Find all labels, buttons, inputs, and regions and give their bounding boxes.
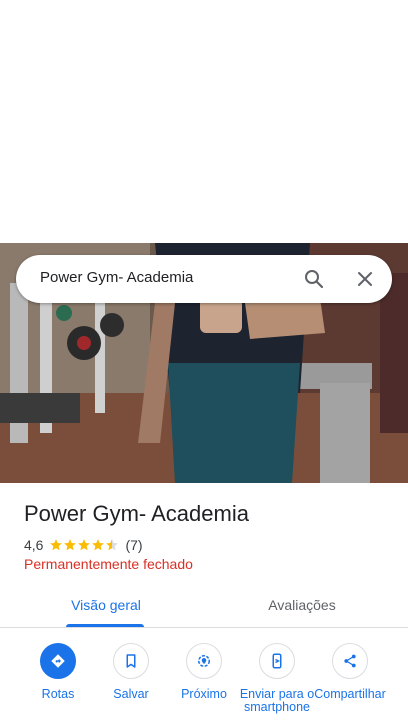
star-icon	[64, 539, 77, 551]
star-icon	[106, 539, 119, 551]
save-label: Salvar	[113, 687, 149, 701]
directions-icon	[40, 643, 76, 679]
directions-label: Rotas	[41, 687, 75, 701]
nearby-button[interactable]: Próximo	[164, 643, 244, 701]
search-input[interactable]: Power Gym- Academia	[40, 269, 193, 286]
bookmark-icon	[113, 643, 149, 679]
star-icon	[78, 539, 91, 551]
save-button[interactable]: Salvar	[91, 643, 171, 701]
status-closed-label: Permanentemente fechado	[24, 556, 193, 572]
star-rating	[49, 538, 119, 552]
star-icon	[92, 539, 105, 551]
tab-overview[interactable]: Visão geral	[58, 587, 154, 627]
nearby-icon	[186, 643, 222, 679]
search-bar[interactable]: Power Gym- Academia	[16, 255, 392, 303]
send-to-phone-label: Enviar para o smartphone	[239, 687, 315, 714]
share-label: Compartilhar	[314, 687, 386, 701]
tab-bar: Visão geral Avaliações	[0, 587, 408, 628]
send-to-phone-icon	[259, 643, 295, 679]
place-details-panel: Power Gym- Academia 4,6 (7) Permanenteme…	[0, 483, 408, 726]
review-count: (7)	[125, 537, 143, 553]
tab-reviews[interactable]: Avaliações	[246, 587, 358, 627]
directions-button[interactable]: Rotas	[18, 643, 98, 701]
star-icon	[50, 539, 63, 551]
map-area-blank	[0, 0, 408, 243]
tab-selected-indicator	[66, 624, 144, 627]
nearby-label: Próximo	[181, 687, 227, 701]
share-icon	[332, 643, 368, 679]
close-icon[interactable]	[353, 267, 377, 291]
rating-value: 4,6	[24, 537, 44, 553]
rating-row[interactable]: 4,6 (7)	[24, 536, 143, 554]
search-icon[interactable]	[302, 267, 326, 291]
share-button[interactable]: Compartilhar	[310, 643, 390, 701]
send-to-phone-button[interactable]: Enviar para o smartphone	[237, 643, 317, 714]
action-buttons-row: Rotas Salvar Próximo Enviar para o smart…	[0, 643, 408, 726]
place-title: Power Gym- Academia	[24, 501, 249, 526]
